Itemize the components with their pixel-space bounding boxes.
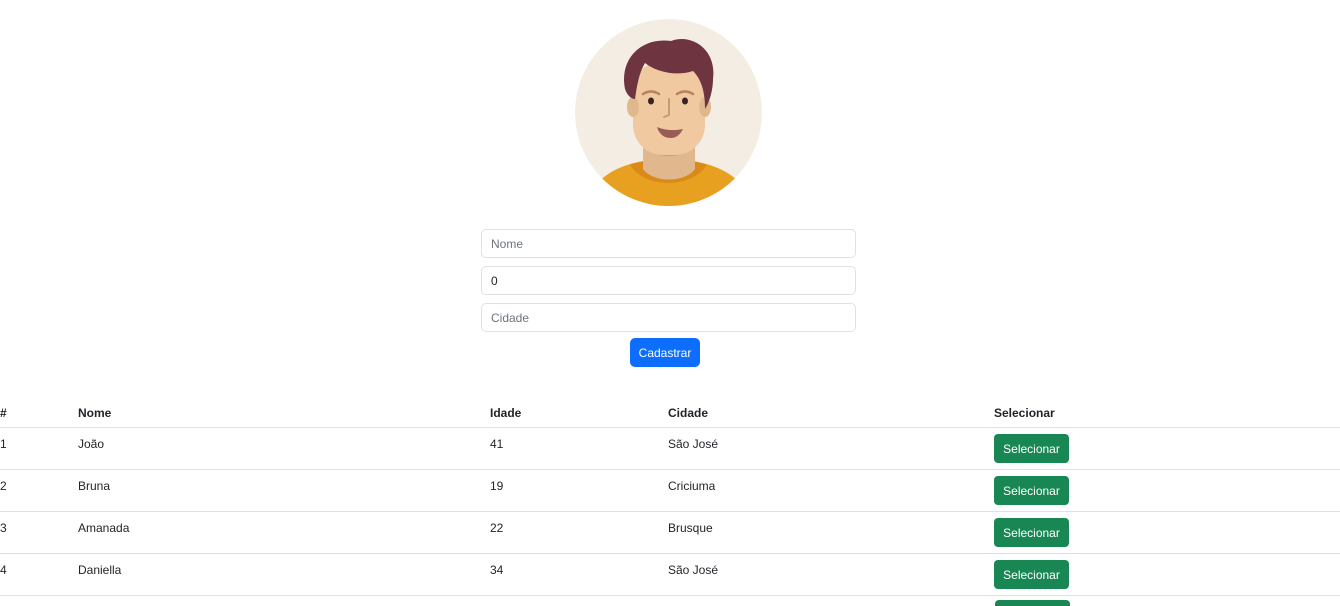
avatar xyxy=(575,19,762,206)
cell-id: 2 xyxy=(0,479,7,493)
cell-idade: 19 xyxy=(490,479,504,493)
header-cidade: Cidade xyxy=(668,398,994,428)
table-row: 1 João 41 São José Selecionar xyxy=(0,427,1340,470)
table-header-row: # Nome Idade Cidade Selecionar xyxy=(0,398,1340,428)
cell-idade: 34 xyxy=(490,563,504,577)
table-row: 3 Amanada 22 Brusque Selecionar xyxy=(0,511,1340,554)
cell-idade: 41 xyxy=(490,437,504,451)
people-table: # Nome Idade Cidade Selecionar 1 João 41… xyxy=(0,398,1340,596)
cell-cidade: São José xyxy=(668,563,719,577)
selecionar-button-partial[interactable] xyxy=(995,600,1070,606)
header-selecionar: Selecionar xyxy=(994,398,1340,428)
header-nome: Nome xyxy=(78,398,490,428)
selecionar-button[interactable]: Selecionar xyxy=(994,518,1069,547)
cell-nome: João xyxy=(78,437,105,451)
cell-id: 1 xyxy=(0,437,7,451)
cell-cidade: Brusque xyxy=(668,521,713,535)
cadastrar-button[interactable]: Cadastrar xyxy=(630,338,700,367)
selecionar-button[interactable]: Selecionar xyxy=(994,434,1069,463)
cell-nome: Daniella xyxy=(78,563,122,577)
cell-nome: Bruna xyxy=(78,479,111,493)
header-id: # xyxy=(0,398,78,428)
selecionar-button[interactable]: Selecionar xyxy=(994,560,1069,589)
table-row: 4 Daniella 34 São José Selecionar xyxy=(0,553,1340,596)
cell-cidade: Criciuma xyxy=(668,479,716,493)
header-idade: Idade xyxy=(490,398,668,428)
nome-input[interactable] xyxy=(481,229,856,258)
cell-nome: Amanada xyxy=(78,521,130,535)
cell-idade: 22 xyxy=(490,521,504,535)
cell-id: 4 xyxy=(0,563,7,577)
selecionar-button[interactable]: Selecionar xyxy=(994,476,1069,505)
idade-input[interactable] xyxy=(481,266,856,295)
register-form xyxy=(481,229,856,340)
cidade-input[interactable] xyxy=(481,303,856,332)
cell-cidade: São José xyxy=(668,437,719,451)
user-avatar-icon xyxy=(575,19,762,206)
table-row: 2 Bruna 19 Criciuma Selecionar xyxy=(0,469,1340,512)
cell-id: 3 xyxy=(0,521,7,535)
